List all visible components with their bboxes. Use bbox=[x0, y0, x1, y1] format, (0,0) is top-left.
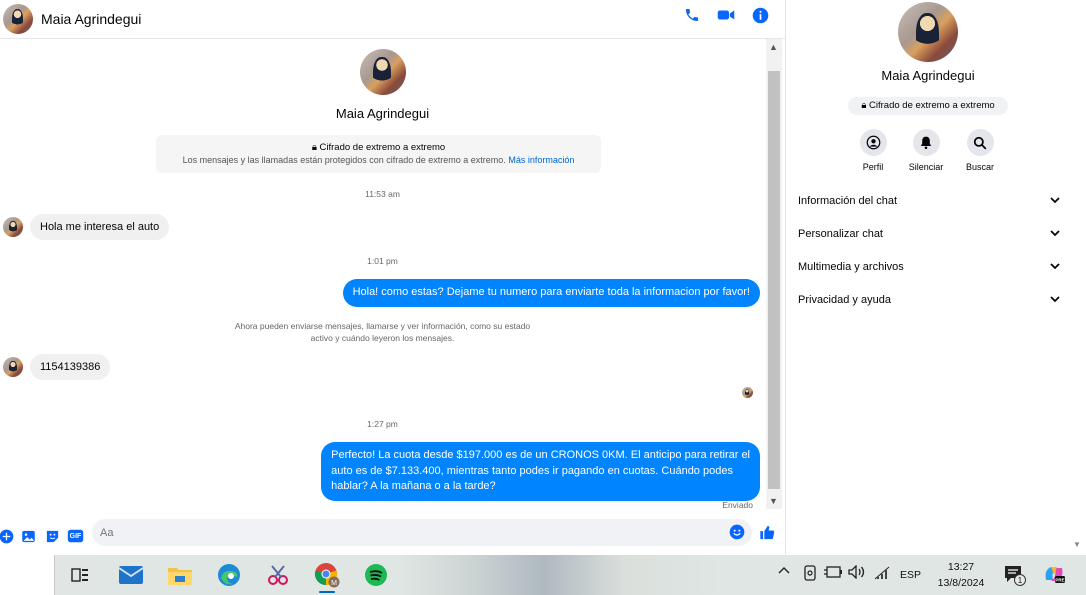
taskbar: M ESP 13:27 13/8/2024 1 PRE bbox=[0, 555, 1086, 595]
message-list[interactable]: Maia Agrindegui 🔒︎ Cifrado de extremo a … bbox=[0, 39, 765, 517]
plus-icon[interactable] bbox=[0, 528, 14, 544]
chat-header: Maia Agrindegui bbox=[0, 0, 785, 39]
wallpaper-strip bbox=[400, 555, 720, 595]
mute-button[interactable]: Silenciar bbox=[896, 129, 956, 172]
message-bubble-outgoing[interactable]: Hola! como estas? Dejame tu numero para … bbox=[342, 279, 760, 307]
timestamp: 1:01 pm bbox=[367, 256, 398, 266]
like-icon[interactable] bbox=[759, 524, 775, 540]
volume-icon[interactable] bbox=[848, 564, 866, 582]
notification-badge: 1 bbox=[1014, 574, 1026, 586]
more-info-link[interactable]: Más información bbox=[508, 155, 574, 165]
svg-text:PRE: PRE bbox=[1055, 578, 1064, 583]
message-row-incoming: Hola me interesa el auto bbox=[3, 214, 170, 240]
scroll-down-icon[interactable]: ▼ bbox=[1073, 540, 1081, 549]
message-row-incoming: 1154139386 bbox=[3, 354, 111, 380]
message-bubble-incoming[interactable]: 1154139386 bbox=[30, 354, 111, 380]
tray-chevron-up-icon[interactable] bbox=[778, 565, 790, 578]
contact-avatar[interactable] bbox=[3, 4, 33, 34]
e2e-badge: 🔒︎ Cifrado de extremo a extremo bbox=[848, 97, 1008, 115]
header-actions bbox=[683, 6, 769, 24]
edge-icon[interactable] bbox=[215, 561, 243, 589]
wifi-icon[interactable] bbox=[874, 566, 890, 583]
message-input[interactable] bbox=[92, 519, 712, 546]
section-privacy-help[interactable]: Privacidad y ayuda bbox=[798, 294, 1060, 306]
panel-avatar[interactable] bbox=[898, 2, 958, 62]
lock-icon: 🔒︎ bbox=[861, 100, 867, 111]
e2e-title: 🔒︎ Cifrado de extremo a extremo bbox=[311, 142, 446, 153]
e2e-description: Los mensajes y las llamadas están proteg… bbox=[182, 155, 575, 165]
section-chat-info[interactable]: Información del chat bbox=[798, 195, 1060, 207]
emoji-icon[interactable] bbox=[729, 524, 745, 540]
mail-icon[interactable] bbox=[117, 561, 145, 589]
svg-text:M: M bbox=[331, 580, 337, 587]
taskbar-clock[interactable]: 13:27 13/8/2024 bbox=[928, 559, 994, 591]
contact-name[interactable]: Maia Agrindegui bbox=[41, 11, 141, 27]
file-explorer-icon[interactable] bbox=[166, 561, 194, 589]
sender-avatar[interactable] bbox=[3, 357, 23, 377]
spotify-icon[interactable] bbox=[362, 561, 390, 589]
section-media-files[interactable]: Multimedia y archivos bbox=[798, 261, 1060, 273]
profile-icon bbox=[859, 129, 887, 156]
connection-notice: Ahora pueden enviarse mensajes, llamarse… bbox=[234, 321, 531, 343]
search-button[interactable]: Buscar bbox=[950, 129, 1010, 172]
message-input-wrapper bbox=[92, 519, 752, 546]
scroll-up-icon[interactable]: ▲ bbox=[769, 42, 778, 52]
bell-icon bbox=[912, 129, 940, 156]
chrome-icon[interactable]: M bbox=[313, 561, 341, 593]
chevron-down-icon bbox=[1050, 195, 1060, 207]
video-icon[interactable] bbox=[717, 6, 735, 24]
timestamp: 1:27 pm bbox=[367, 419, 398, 429]
messenger-app: Maia Agrindegui Maia Agrindegui 🔒︎ Cifra… bbox=[0, 0, 1086, 555]
sticker-icon[interactable] bbox=[44, 528, 60, 544]
chevron-down-icon bbox=[1050, 261, 1060, 273]
scroll-down-icon[interactable]: ▼ bbox=[769, 496, 778, 506]
sender-avatar[interactable] bbox=[3, 217, 23, 237]
intro-avatar[interactable] bbox=[359, 49, 406, 95]
copilot-icon[interactable]: PRE bbox=[1043, 564, 1065, 587]
notification-icon[interactable]: 1 bbox=[1004, 564, 1026, 587]
taskbar-search-box[interactable] bbox=[0, 555, 55, 595]
message-status: Enviado bbox=[722, 500, 753, 510]
message-bubble-incoming[interactable]: Hola me interesa el auto bbox=[30, 214, 170, 240]
language-indicator[interactable]: ESP bbox=[900, 569, 921, 581]
snipping-tool-icon[interactable] bbox=[264, 561, 292, 589]
search-icon bbox=[966, 129, 994, 156]
info-icon[interactable] bbox=[751, 6, 769, 24]
profile-button[interactable]: Perfil bbox=[843, 129, 903, 172]
intro-name: Maia Agrindegui bbox=[335, 106, 430, 121]
e2e-notice: 🔒︎ Cifrado de extremo a extremo Los mens… bbox=[156, 135, 601, 173]
chat-info-panel: Maia Agrindegui 🔒︎ Cifrado de extremo a … bbox=[785, 0, 1086, 555]
lock-icon: 🔒︎ bbox=[311, 142, 317, 153]
seen-avatar bbox=[742, 387, 753, 398]
scrollbar-thumb[interactable] bbox=[768, 71, 780, 489]
gif-icon[interactable]: GIF bbox=[67, 528, 84, 544]
task-view-icon[interactable] bbox=[66, 561, 94, 589]
section-customize-chat[interactable]: Personalizar chat bbox=[798, 228, 1060, 240]
timestamp: 11:53 am bbox=[365, 189, 400, 199]
chat-scrollbar[interactable]: ▲ ▼ bbox=[766, 39, 782, 509]
image-icon[interactable] bbox=[20, 528, 36, 544]
meet-now-icon[interactable] bbox=[803, 565, 817, 584]
chevron-down-icon bbox=[1050, 294, 1060, 306]
message-bubble-outgoing[interactable]: Perfecto! La cuota desde $197.000 es de … bbox=[321, 442, 760, 501]
battery-icon[interactable] bbox=[824, 566, 842, 581]
panel-contact-name: Maia Agrindegui bbox=[881, 68, 975, 83]
phone-icon[interactable] bbox=[683, 6, 701, 24]
chat-intro: Maia Agrindegui bbox=[0, 49, 765, 121]
chevron-down-icon bbox=[1050, 228, 1060, 240]
